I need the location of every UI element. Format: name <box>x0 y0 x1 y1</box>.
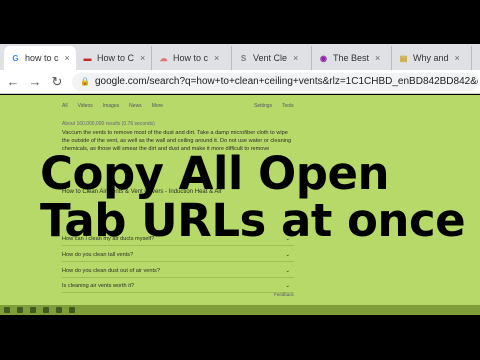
close-icon[interactable]: × <box>140 53 145 63</box>
letter-s-icon: S <box>240 53 247 63</box>
close-icon[interactable]: × <box>455 53 460 63</box>
back-icon[interactable]: ← <box>6 74 20 89</box>
video-title-overlay: Copy All Open Tab URLs at once <box>40 147 466 247</box>
overlay-line-2: Tab URLs at once <box>40 194 466 247</box>
tab-title: Why and <box>413 53 449 63</box>
address-bar: ← → ↻ 🔒 google.com/search?q=how+to+clean… <box>0 70 480 94</box>
forward-icon[interactable]: → <box>28 74 42 89</box>
reload-icon[interactable]: ↻ <box>50 74 64 90</box>
taskbar-app-icon[interactable] <box>17 307 23 313</box>
search-tab-images[interactable]: Images <box>103 103 119 109</box>
tools-link[interactable]: Tools <box>282 103 294 109</box>
taskbar <box>0 305 480 315</box>
url-text: google.com/search?q=how+to+clean+ceiling… <box>94 76 478 87</box>
tab-title: Vent Cle <box>253 53 288 63</box>
taskbar-app-icon[interactable] <box>56 307 62 313</box>
lock-icon: 🔒 <box>80 77 90 86</box>
faq-item[interactable]: How do you clean dust out of air vents? ⌄ <box>62 264 294 278</box>
url-input[interactable]: 🔒 google.com/search?q=how+to+clean+ceili… <box>72 72 478 91</box>
chevron-down-icon: ⌄ <box>285 267 290 274</box>
taskbar-app-icon[interactable] <box>43 307 49 313</box>
search-tab-all[interactable]: All <box>62 103 68 109</box>
tab-title: How to C <box>97 53 135 63</box>
faq-question: How do you clean dust out of air vents? <box>62 267 160 274</box>
taskbar-app-icon[interactable] <box>69 307 75 313</box>
close-icon[interactable]: × <box>293 53 298 63</box>
result-stats: About 160,000,000 results (0.76 seconds) <box>62 121 155 127</box>
search-tabs: All Videos Images News More Settings Too… <box>62 103 294 109</box>
close-icon[interactable]: × <box>214 53 219 63</box>
tab-title: how to c <box>25 53 59 63</box>
close-icon[interactable]: × <box>375 53 380 63</box>
search-tab-videos[interactable]: Videos <box>78 103 93 109</box>
feedback-link[interactable]: Feedback <box>274 292 294 297</box>
close-icon[interactable]: × <box>65 53 70 63</box>
flag-icon: ▬ <box>83 53 92 63</box>
browser-tab[interactable]: S Vent Cle × <box>232 46 312 70</box>
browser-tab[interactable]: Ghow to c × <box>4 46 76 70</box>
overlay-line-1: Copy All Open <box>40 147 390 200</box>
cloud-icon: ☁ <box>159 53 168 63</box>
video-frame: Ghow to c × ▬ How to C × ☁ How to c × S Vent Cle ×… <box>0 0 480 360</box>
browser-tab[interactable]: ▤ Why and × <box>392 46 472 70</box>
chevron-down-icon: ⌄ <box>285 282 290 289</box>
start-icon[interactable] <box>4 307 10 313</box>
faq-question: How do you clean tall vents? <box>62 251 134 258</box>
faq-item[interactable]: How do you clean tall vents? ⌄ <box>62 248 294 262</box>
browser-tab[interactable]: ▬ How to C × <box>76 46 152 70</box>
settings-link[interactable]: Settings <box>254 103 272 109</box>
browser-tab-strip: Ghow to c × ▬ How to C × ☁ How to c × S Vent Cle ×… <box>0 44 480 70</box>
google-icon: G <box>12 53 19 63</box>
search-tab-more[interactable]: More <box>152 103 163 109</box>
globe-icon: ◉ <box>320 53 327 63</box>
faq-item[interactable]: Is cleaning air vents worth it? ⌄ <box>62 279 294 293</box>
faq-question: Is cleaning air vents worth it? <box>62 282 135 289</box>
browser-tab[interactable]: ◉ The Best × <box>312 46 392 70</box>
taskbar-app-icon[interactable] <box>30 307 36 313</box>
browser-tab[interactable]: ☁ How to c × <box>152 46 232 70</box>
tab-title: The Best <box>333 53 370 63</box>
chevron-down-icon: ⌄ <box>285 251 290 258</box>
search-tab-news[interactable]: News <box>129 103 142 109</box>
tab-title: How to c <box>173 53 209 63</box>
document-icon: ▤ <box>399 53 408 63</box>
